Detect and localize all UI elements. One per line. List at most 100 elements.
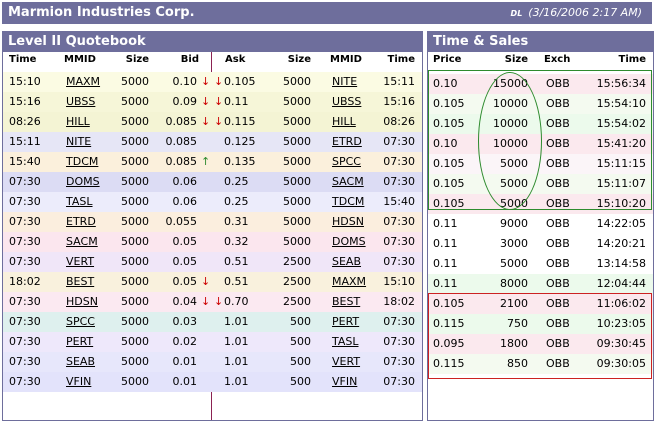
bid-time: 07:30: [9, 315, 41, 328]
bid-price: 0.10: [172, 75, 198, 88]
quote-row: 15:11 NITE 5000 0.085 0.125 5000 ETRD 07:30: [3, 132, 422, 152]
bid-mmid-link[interactable]: NITE: [66, 132, 91, 152]
ask-mmid-link[interactable]: SPCC: [332, 152, 361, 172]
ask-price: 0.32: [224, 235, 249, 248]
trade-time: 13:14:58: [596, 257, 646, 270]
bid-mmid-link[interactable]: HDSN: [66, 292, 98, 312]
ask-time: 15:16: [383, 95, 415, 108]
bid-mmid-link[interactable]: BEST: [66, 272, 94, 292]
ask-mmid-link[interactable]: HILL: [332, 112, 356, 132]
trade-time: 14:20:21: [596, 237, 646, 250]
trade-size: 3000: [500, 237, 528, 250]
bid-size: 5000: [121, 95, 149, 108]
ask-time: 07:30: [383, 255, 415, 268]
ask-mmid-link[interactable]: TDCM: [332, 192, 364, 212]
bid-size: 5000: [121, 115, 149, 128]
trade-exch: OBB: [546, 277, 570, 290]
arrow-down-icon: ↓: [214, 295, 224, 308]
time-sales-title: Time & Sales: [428, 32, 653, 52]
ask-price: 1.01: [224, 315, 249, 328]
arrow-down-icon: ↓: [201, 95, 211, 108]
bid-time: 07:30: [9, 255, 41, 268]
arrow-down-icon: ↓: [214, 115, 224, 128]
ask-mmid-link[interactable]: BEST: [332, 292, 360, 312]
ask-mmid-link[interactable]: ETRD: [332, 132, 362, 152]
bid-mmid-link[interactable]: TASL: [66, 192, 93, 212]
user-initials: DL: [510, 9, 523, 18]
bid-mmid-link[interactable]: VERT: [66, 252, 94, 272]
ask-size: 500: [290, 335, 311, 348]
bid-time: 15:40: [9, 155, 41, 168]
arrow-down-icon: ↓: [214, 95, 224, 108]
bid-price: 0.05: [172, 275, 198, 288]
ask-mmid-link[interactable]: DOMS: [332, 232, 366, 252]
bid-mmid-link[interactable]: HILL: [66, 112, 90, 132]
ask-size: 500: [290, 355, 311, 368]
ask-time: 15:10: [383, 275, 415, 288]
bid-mmid-link[interactable]: SPCC: [66, 312, 95, 332]
trade-size: 9000: [500, 217, 528, 230]
bid-price: 0.085: [165, 155, 198, 168]
quote-row: 08:26 HILL 5000 0.085 ↓ ↓ 0.115 5000 HILL 08:26: [3, 112, 422, 132]
bid-price: 0.04: [172, 295, 198, 308]
bid-time: 07:30: [9, 375, 41, 388]
trade-row: 0.11 3000 OBB 14:20:21: [428, 234, 653, 254]
col-bid-mmid: MMID: [64, 54, 96, 65]
time-and-sales-panel: Time & Sales Price Size Exch Time 0.10 15…: [427, 31, 654, 421]
arrow-down-icon: ↓: [201, 75, 211, 88]
bid-mmid-link[interactable]: SACM: [66, 232, 98, 252]
ask-price: 1.01: [224, 375, 249, 388]
quote-row: 07:30 VERT 5000 0.05 0.51 2500 SEAB 07:30: [3, 252, 422, 272]
ask-mmid-link[interactable]: SACM: [332, 172, 364, 192]
bid-time: 15:16: [9, 95, 41, 108]
arrow-up-icon: ↑: [201, 155, 211, 168]
trade-exch: OBB: [546, 217, 570, 230]
window-titlebar: Marmion Industries Corp. DL (3/16/2006 2:…: [2, 2, 652, 24]
ask-size: 5000: [283, 235, 311, 248]
ask-price: 0.25: [224, 195, 249, 208]
bid-time: 18:02: [9, 275, 41, 288]
ask-price: 1.01: [224, 355, 249, 368]
bid-mmid-link[interactable]: ETRD: [66, 212, 96, 232]
ask-time: 07:30: [383, 335, 415, 348]
ask-mmid-link[interactable]: UBSS: [332, 92, 361, 112]
bid-price: 0.06: [172, 195, 198, 208]
ask-mmid-link[interactable]: HDSN: [332, 212, 364, 232]
ask-size: 2500: [283, 295, 311, 308]
quote-row: 07:30 TASL 5000 0.06 0.25 5000 TDCM 15:40: [3, 192, 422, 212]
bid-time: 15:10: [9, 75, 41, 88]
bid-price: 0.085: [165, 135, 198, 148]
ask-price: 0.51: [224, 255, 249, 268]
ask-size: 5000: [283, 215, 311, 228]
bid-size: 5000: [121, 195, 149, 208]
arrow-down-icon: ↓: [201, 295, 211, 308]
bid-time: 08:26: [9, 115, 41, 128]
ask-time: 15:40: [383, 195, 415, 208]
bid-size: 5000: [121, 275, 149, 288]
col-bid-time: Time: [9, 54, 37, 65]
trade-row: 0.11 5000 OBB 13:14:58: [428, 254, 653, 274]
bid-mmid-link[interactable]: PERT: [66, 332, 93, 352]
bid-time: 07:30: [9, 295, 41, 308]
bid-price: 0.01: [172, 355, 198, 368]
ask-mmid-link[interactable]: SEAB: [332, 252, 361, 272]
bid-mmid-link[interactable]: DOMS: [66, 172, 100, 192]
ask-mmid-link[interactable]: TASL: [332, 332, 359, 352]
ask-mmid-link[interactable]: PERT: [332, 312, 359, 332]
quote-row: 07:30 PERT 5000 0.02 1.01 500 TASL 07:30: [3, 332, 422, 352]
ask-mmid-link[interactable]: NITE: [332, 72, 357, 92]
ask-size: 5000: [283, 175, 311, 188]
bid-mmid-link[interactable]: SEAB: [66, 352, 95, 372]
size-ellipse-green: [478, 72, 542, 210]
bid-mmid-link[interactable]: MAXM: [66, 72, 100, 92]
trade-size: 5000: [500, 257, 528, 270]
bid-mmid-link[interactable]: UBSS: [66, 92, 95, 112]
bid-size: 5000: [121, 375, 149, 388]
ask-mmid-link[interactable]: MAXM: [332, 272, 366, 292]
bid-mmid-link[interactable]: VFIN: [66, 372, 91, 392]
bid-mmid-link[interactable]: TDCM: [66, 152, 98, 172]
ask-mmid-link[interactable]: VFIN: [332, 372, 357, 392]
trade-row: 0.11 9000 OBB 14:22:05: [428, 214, 653, 234]
trade-row: 0.11 8000 OBB 12:04:44: [428, 274, 653, 294]
ask-mmid-link[interactable]: VERT: [332, 352, 360, 372]
